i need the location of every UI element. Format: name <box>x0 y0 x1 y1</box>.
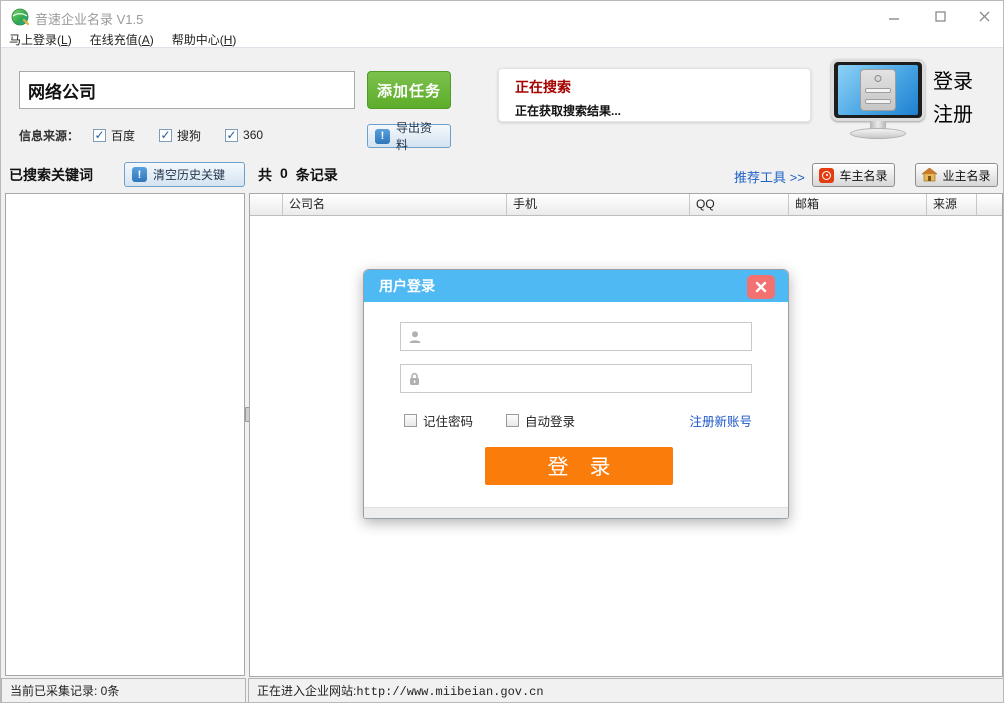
maximize-button[interactable] <box>923 1 957 31</box>
title-bar: 音速企业名录 V1.5 马上登录(L) 在线充值(A) 帮助中心(H) <box>1 1 1003 48</box>
export-label: 导出资料 <box>396 119 443 153</box>
keyword-search-input[interactable] <box>19 71 355 109</box>
keyword-history-list[interactable] <box>5 193 245 676</box>
check-icon: ✓ <box>227 130 237 140</box>
source-filter-row: 信息来源： ✓ 百度 ✓ 搜狗 ✓ 360 <box>19 127 287 143</box>
login-submit-button[interactable]: 登 录 <box>485 447 673 485</box>
login-dialog-title: 用户登录 <box>379 270 435 302</box>
user-icon <box>408 330 422 344</box>
menu-item-help[interactable]: 帮助中心(H) <box>172 31 237 48</box>
count-prefix: 共 <box>258 165 272 185</box>
monitor-screen <box>838 65 918 115</box>
checkbox-360[interactable]: ✓ <box>225 129 238 142</box>
window-title: 音速企业名录 V1.5 <box>35 9 143 28</box>
username-field-wrap <box>400 322 752 351</box>
menu-mnemonic: L <box>61 33 68 47</box>
check-icon: ✓ <box>94 130 104 140</box>
monitor-avatar-icon <box>875 75 882 82</box>
menu-label: 帮助中心( <box>172 33 224 47</box>
monitor-field <box>865 88 891 93</box>
menu-bar: 马上登录(L) 在线充值(A) 帮助中心(H) <box>1 31 236 48</box>
close-window-button[interactable] <box>967 1 1001 31</box>
navigation-status-label: 正在进入企业网站: <box>257 684 356 698</box>
column-header-company[interactable]: 公司名 <box>283 194 507 215</box>
house-icon <box>922 168 937 182</box>
auto-login-label: 自动登录 <box>525 411 575 430</box>
status-title: 正在搜索 <box>515 77 571 97</box>
column-header-qq[interactable]: QQ <box>690 194 789 215</box>
check-icon: ✓ <box>161 130 171 140</box>
column-header-index[interactable] <box>250 194 283 215</box>
minimize-button[interactable] <box>877 1 911 31</box>
count-suffix: 条记录 <box>296 165 338 185</box>
menu-label: ) <box>68 33 72 47</box>
checkbox-baidu-label: 百度 <box>111 127 135 144</box>
car-owner-directory-button[interactable]: 车主名录 <box>812 163 895 187</box>
search-status-panel: 正在搜索 正在获取搜索结果... <box>498 68 811 122</box>
username-input[interactable] <box>428 323 751 350</box>
checkbox-360-label: 360 <box>243 128 263 142</box>
count-value: 0 <box>280 165 288 185</box>
menu-label: 马上登录( <box>9 33 61 47</box>
monitor-base <box>850 128 906 139</box>
checkbox-baidu[interactable]: ✓ <box>93 129 106 142</box>
register-link[interactable]: 注册 <box>933 98 973 127</box>
steering-wheel-icon <box>819 168 834 183</box>
recommended-tools-link[interactable]: 推荐工具 >> <box>734 167 805 186</box>
menu-label: ) <box>232 33 236 47</box>
login-link[interactable]: 登录 <box>933 65 973 94</box>
dialog-footer-strip <box>364 507 788 518</box>
password-field-wrap <box>400 364 752 393</box>
searched-keywords-title: 已搜索关键词 <box>9 165 93 185</box>
app-window: 音速企业名录 V1.5 马上登录(L) 在线充值(A) 帮助中心(H) 添加任务… <box>0 0 1004 703</box>
collected-count-status: 当前已采集记录: 0条 <box>1 678 246 703</box>
property-owner-directory-button[interactable]: 业主名录 <box>915 163 998 187</box>
table-header-row: 公司名 手机 QQ 邮箱 来源 <box>250 194 1002 216</box>
navigation-status: 正在进入企业网站:http://www.miibeian.gov.cn <box>248 678 1004 703</box>
app-logo-icon <box>11 8 29 26</box>
car-owner-label: 车主名录 <box>839 167 887 184</box>
remember-password-label: 记住密码 <box>423 411 473 430</box>
export-data-button[interactable]: ! 导出资料 <box>367 124 451 148</box>
menu-label: 在线充值( <box>90 33 142 47</box>
close-icon <box>755 281 767 293</box>
property-owner-label: 业主名录 <box>942 167 990 184</box>
login-dialog: 用户登录 记住密码 <box>363 269 789 519</box>
password-input[interactable] <box>427 365 751 392</box>
column-header-source[interactable]: 来源 <box>927 194 977 215</box>
column-header-extra[interactable] <box>977 194 1002 215</box>
clear-history-button[interactable]: ! 清空历史关键 <box>124 162 245 187</box>
menu-item-login[interactable]: 马上登录(L) <box>9 31 72 48</box>
account-monitor-icon[interactable] <box>831 59 927 137</box>
monitor-field <box>865 99 891 104</box>
status-message: 正在获取搜索结果... <box>515 102 621 119</box>
lock-icon <box>408 372 421 386</box>
menu-mnemonic: A <box>142 33 150 47</box>
login-dialog-header: 用户登录 <box>364 270 788 302</box>
column-header-phone[interactable]: 手机 <box>507 194 690 215</box>
column-header-email[interactable]: 邮箱 <box>789 194 927 215</box>
exclamation-icon: ! <box>132 167 147 182</box>
remember-password-checkbox[interactable] <box>404 414 417 427</box>
navigation-status-url: http://www.miibeian.gov.cn <box>356 685 543 699</box>
dialog-close-button[interactable] <box>747 275 775 299</box>
add-task-button[interactable]: 添加任务 <box>367 71 451 109</box>
monitor-login-card <box>860 69 896 111</box>
monitor-frame <box>831 59 925 121</box>
record-count: 共 0 条记录 <box>258 165 338 185</box>
register-new-account-link[interactable]: 注册新账号 <box>689 411 752 430</box>
clear-history-label: 清空历史关键 <box>153 166 225 183</box>
menu-item-recharge[interactable]: 在线充值(A) <box>90 31 154 48</box>
source-label: 信息来源： <box>19 127 79 144</box>
checkbox-sogou-label: 搜狗 <box>177 127 201 144</box>
menu-label: ) <box>150 33 154 47</box>
exclamation-icon: ! <box>375 129 390 144</box>
status-bar: 当前已采集记录: 0条 正在进入企业网站:http://www.miibeian… <box>1 678 1004 703</box>
checkbox-sogou[interactable]: ✓ <box>159 129 172 142</box>
login-options-row: 记住密码 自动登录 <box>404 411 575 430</box>
auto-login-checkbox[interactable] <box>506 414 519 427</box>
